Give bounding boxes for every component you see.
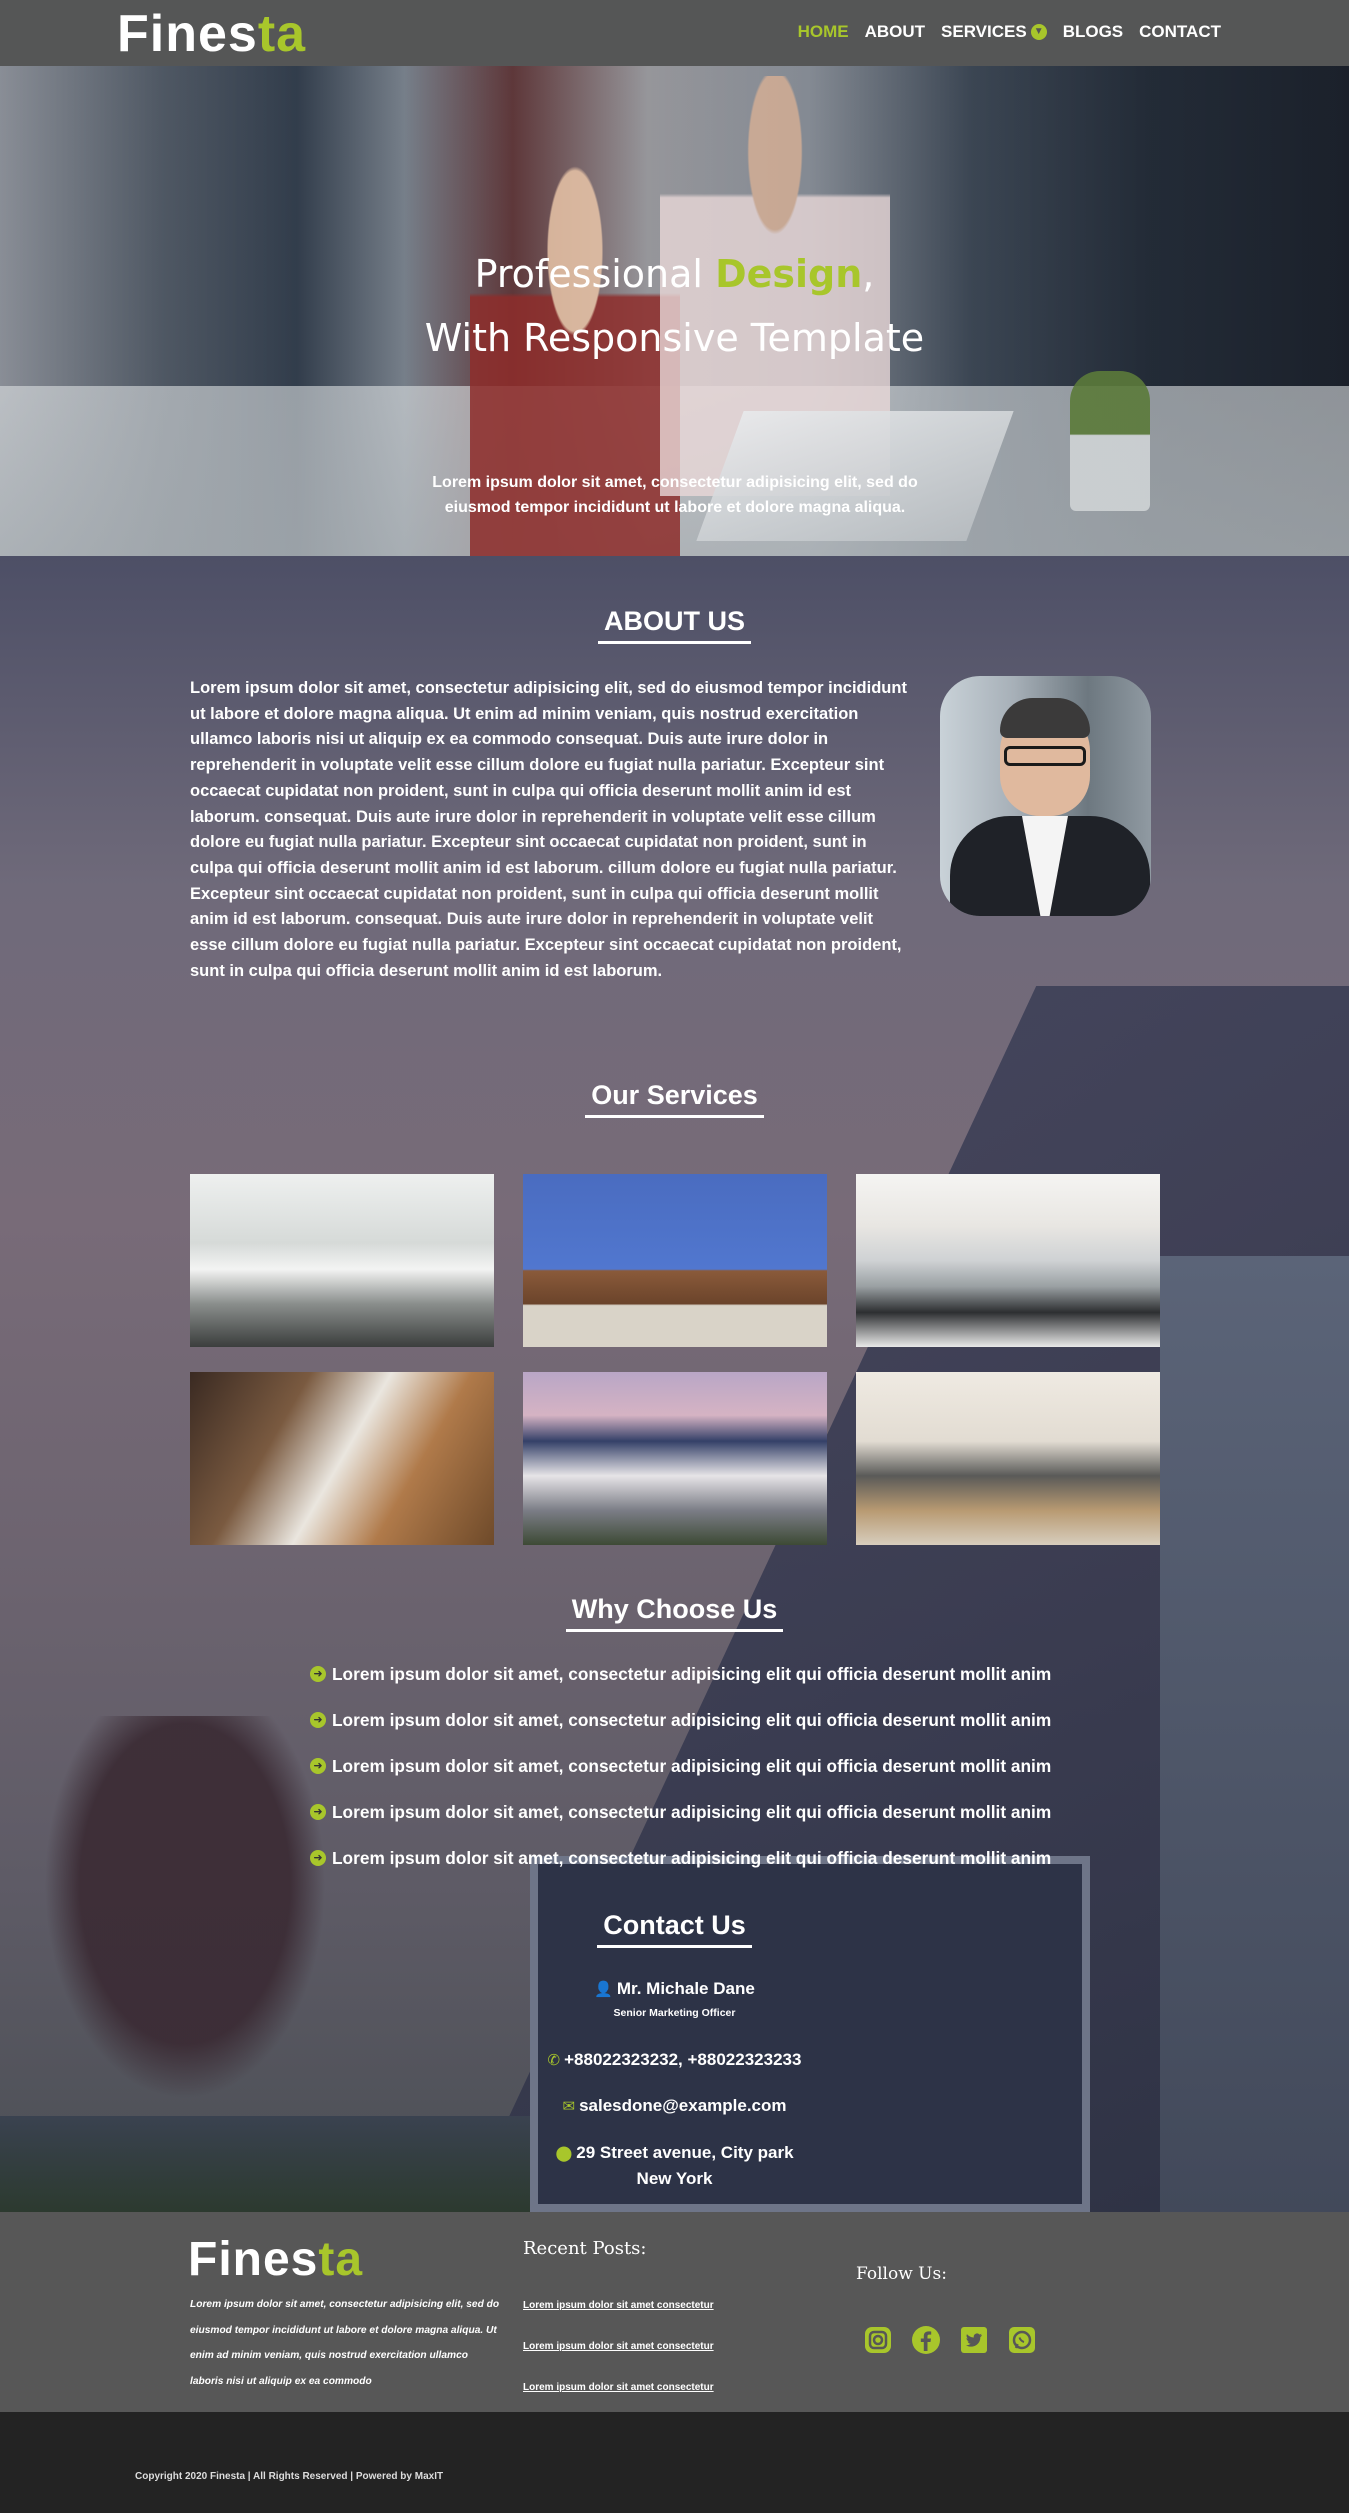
service-image-house[interactable] — [523, 1372, 827, 1545]
why-item: ➜ Lorem ipsum dolor sit amet, consectetur… — [310, 1801, 1090, 1823]
facebook-icon[interactable] — [910, 2324, 942, 2356]
why-title-text: Why Choose Us — [565, 1594, 784, 1632]
contact-phone[interactable]: ✆ +88022323232, +88022323233 — [0, 2050, 1349, 2070]
nav-about[interactable]: ABOUT — [865, 20, 925, 44]
user-icon: 👤 — [594, 1981, 613, 1998]
social-links — [862, 2324, 1038, 2356]
recent-post-link[interactable]: Lorem ipsum dolor sit amet consectetur — [523, 2300, 714, 2311]
contact-name-text: Mr. Michale Dane — [616, 1979, 755, 1998]
why-item-text: Lorem ipsum dolor sit amet, consectetur … — [332, 1802, 1052, 1822]
why-title: Why Choose Us — [0, 1594, 1349, 1632]
hero-slider: Professional Design, With Responsive Tem… — [0, 66, 1349, 556]
logo-accent: ta — [257, 5, 307, 63]
about-title-text: ABOUT US — [598, 606, 751, 644]
why-item-text: Lorem ipsum dolor sit amet, consectetur … — [332, 1710, 1052, 1730]
service-image-living-room[interactable] — [856, 1174, 1160, 1347]
map-marker-icon: ⬤ — [555, 2145, 573, 2162]
contact-address-line2: New York — [636, 2169, 713, 2188]
nav-home[interactable]: HOME — [798, 20, 849, 44]
main-content: ABOUT US Lorem ipsum dolor sit amet, con… — [0, 556, 1349, 2212]
about-portrait — [940, 676, 1151, 916]
about-title: ABOUT US — [0, 606, 1349, 644]
services-title-text: Our Services — [585, 1080, 764, 1118]
phone-icon: ✆ — [547, 2052, 561, 2069]
recent-posts-list: Lorem ipsum dolor sit amet consectetur L… — [523, 2300, 714, 2423]
site-footer: Finesta Lorem ipsum dolor sit amet, cons… — [0, 2212, 1349, 2412]
contact-address-line1: 29 Street avenue, City park — [576, 2143, 794, 2162]
hero-title-comma: , — [862, 252, 875, 296]
services-title: Our Services — [0, 1080, 1349, 1118]
follow-us-title: Follow Us: — [856, 2264, 947, 2284]
main-nav: HOME ABOUT SERVICES ▼ BLOGS CONTACT — [782, 20, 1221, 44]
contact-title: Contact Us — [0, 1910, 1349, 1948]
contact-role: Senior Marketing Officer — [613, 2007, 736, 2019]
service-image-office[interactable] — [523, 1174, 827, 1347]
portrait-hair — [1000, 698, 1090, 738]
nav-services-label: SERVICES — [941, 22, 1027, 41]
twitter-icon[interactable] — [958, 2324, 990, 2356]
chevron-down-icon[interactable]: ▼ — [1030, 24, 1047, 40]
hero-title-accent: Design — [715, 252, 863, 296]
why-item-text: Lorem ipsum dolor sit amet, consectetur … — [332, 1664, 1052, 1684]
whatsapp-icon[interactable] — [1006, 2324, 1038, 2356]
recent-post-link[interactable]: Lorem ipsum dolor sit amet consectetur — [523, 2341, 714, 2352]
contact-name: 👤 Mr. Michale Dane — [0, 1979, 1349, 1999]
instagram-icon[interactable] — [862, 2324, 894, 2356]
contact-address: ⬤ 29 Street avenue, City park New York — [0, 2140, 1349, 2191]
hero-title-part: Professional — [474, 252, 716, 296]
service-image-lounge[interactable] — [856, 1372, 1160, 1545]
bottom-bar: Copyright 2020 Finesta | All Rights Rese… — [0, 2412, 1349, 2513]
why-item-text: Lorem ipsum dolor sit amet, consectetur … — [332, 1756, 1052, 1776]
contact-email-text: salesdone@example.com — [579, 2096, 787, 2115]
arrow-circle-icon: ➜ — [310, 1666, 326, 1682]
services-grid — [190, 1174, 1160, 1545]
footer-about: Lorem ipsum dolor sit amet, consectetur … — [190, 2299, 500, 2387]
why-item: ➜ Lorem ipsum dolor sit amet, consectetur… — [310, 1847, 1090, 1869]
hero-title: Professional Design, With Responsive Tem… — [0, 242, 1349, 370]
nav-contact[interactable]: CONTACT — [1139, 20, 1221, 44]
logo-main: Fines — [117, 5, 258, 63]
contact-email[interactable]: ✉ salesdone@example.com — [0, 2096, 1349, 2116]
nav-blogs[interactable]: BLOGS — [1063, 20, 1123, 44]
envelope-icon: ✉ — [562, 2098, 576, 2115]
about-text: Lorem ipsum dolor sit amet, consectetur … — [190, 679, 907, 980]
service-image-staircase[interactable] — [190, 1372, 494, 1545]
site-header: Finesta HOME ABOUT SERVICES ▼ BLOGS CONTA… — [0, 0, 1349, 66]
logo[interactable]: Finesta — [117, 6, 306, 62]
service-image-kitchen[interactable] — [190, 1174, 494, 1347]
why-item-text: Lorem ipsum dolor sit amet, consectetur … — [332, 1848, 1052, 1868]
contact-title-text: Contact Us — [597, 1910, 752, 1948]
why-item: ➜ Lorem ipsum dolor sit amet, consectetur… — [310, 1663, 1090, 1685]
recent-post-link[interactable]: Lorem ipsum dolor sit amet consectetur — [523, 2382, 714, 2393]
copyright: Copyright 2020 Finesta | All Rights Rese… — [135, 2471, 444, 2482]
footer-logo-main: Fines — [188, 2233, 319, 2286]
why-item: ➜ Lorem ipsum dolor sit amet, consectetur… — [310, 1755, 1090, 1777]
footer-logo[interactable]: Finesta — [188, 2235, 363, 2285]
hero-title-line2: With Responsive Template — [424, 316, 925, 360]
hero-image-plant — [1070, 371, 1150, 511]
arrow-circle-icon: ➜ — [310, 1712, 326, 1728]
why-list: ➜ Lorem ipsum dolor sit amet, consectetur… — [310, 1663, 1090, 1893]
arrow-circle-icon: ➜ — [310, 1804, 326, 1820]
nav-services[interactable]: SERVICES ▼ — [941, 20, 1047, 44]
portrait-glasses — [1004, 746, 1086, 766]
footer-logo-accent: ta — [318, 2233, 364, 2286]
recent-posts-title: Recent Posts: — [523, 2238, 647, 2259]
contact-phone-text: +88022323232, +88022323233 — [564, 2050, 802, 2069]
arrow-circle-icon: ➜ — [310, 1758, 326, 1774]
why-item: ➜ Lorem ipsum dolor sit amet, consectetur… — [310, 1709, 1090, 1731]
arrow-circle-icon: ➜ — [310, 1850, 326, 1866]
hero-subtitle: Lorem ipsum dolor sit amet, consectetur … — [432, 474, 918, 516]
